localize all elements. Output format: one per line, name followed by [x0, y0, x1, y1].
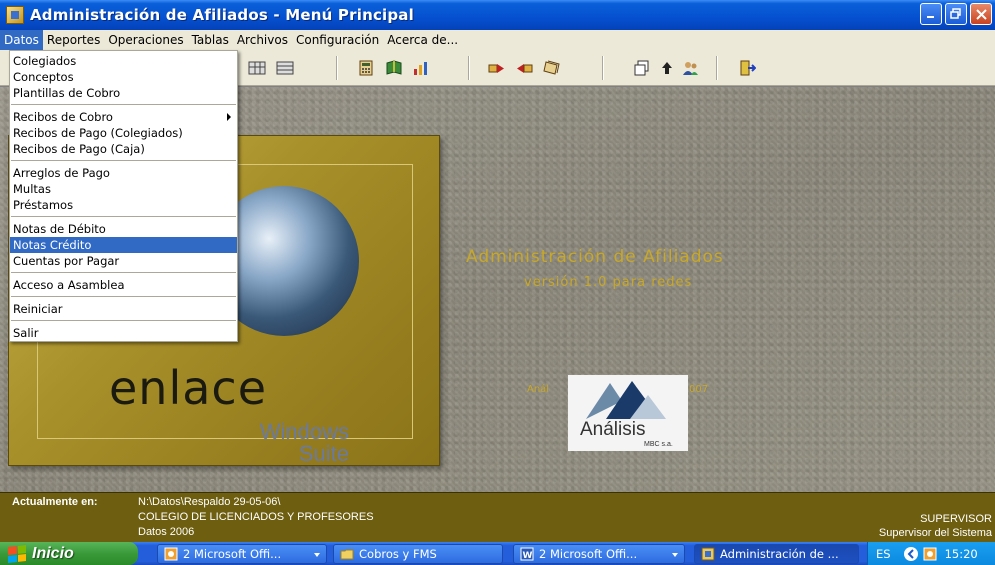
taskbar-button-office-2[interactable]: W 2 Microsoft Offi... [513, 544, 685, 564]
system-tray: ES 15:20 [867, 542, 995, 565]
documents-icon[interactable] [543, 59, 561, 77]
menu-item-arreglos-de-pago[interactable]: Arreglos de Pago [10, 165, 237, 181]
dropdown-arrow-icon [672, 553, 678, 557]
menu-item-recibos-de-pago-colegiados[interactable]: Recibos de Pago (Colegiados) [10, 125, 237, 141]
analisis-mark-icon [586, 381, 666, 419]
menu-acerca-de[interactable]: Acerca de... [383, 30, 462, 50]
forward-icon[interactable] [488, 59, 506, 77]
clock[interactable]: 15:20 [945, 547, 978, 561]
analisis-logo: Análisis MBC s.a. [568, 375, 688, 451]
menu-separator [10, 213, 237, 221]
dropdown-arrow-icon [314, 553, 320, 557]
menu-item-prestamos[interactable]: Préstamos [10, 197, 237, 213]
menu-reportes[interactable]: Reportes [43, 30, 104, 50]
copyright-right: 007 [689, 384, 709, 395]
tray-app-icon[interactable] [923, 547, 937, 561]
menu-separator [10, 101, 237, 109]
language-indicator[interactable]: ES [876, 547, 891, 561]
arrow-up-icon[interactable] [658, 59, 676, 77]
taskbar-button-administracion[interactable]: Administración de ... [694, 544, 859, 564]
close-button[interactable] [970, 3, 992, 25]
windows-flag-icon [8, 544, 26, 563]
status-role: Supervisor del Sistema [878, 527, 992, 539]
minimize-button[interactable] [920, 3, 942, 25]
menu-item-conceptos[interactable]: Conceptos [10, 69, 237, 85]
status-panel: Actualmente en: N:\Datos\Respaldo 29-05-… [0, 492, 995, 542]
menu-operaciones[interactable]: Operaciones [104, 30, 187, 50]
tray-arrow-icon[interactable] [903, 546, 919, 562]
status-label: Actualmente en: [12, 496, 98, 508]
menu-item-reiniciar[interactable]: Reiniciar [10, 301, 237, 317]
restore-button[interactable] [945, 3, 967, 25]
menu-item-recibos-de-cobro[interactable]: Recibos de Cobro [10, 109, 237, 125]
logo-subtitle: Windows Suite [219, 421, 349, 465]
start-button[interactable]: Inicio [0, 542, 138, 565]
logo-suite-line: Suite [298, 441, 349, 466]
app-title: Administración de Afiliados [466, 247, 724, 267]
menu-item-notas-credito[interactable]: Notas Crédito [10, 237, 237, 253]
menu-item-cuentas-por-pagar[interactable]: Cuentas por Pagar [10, 253, 237, 269]
datos-dropdown-menu: Colegiados Conceptos Plantillas de Cobro… [9, 50, 238, 342]
svg-text:W: W [523, 551, 533, 561]
title-bar[interactable]: Administración de Afiliados - Menú Princ… [0, 0, 995, 30]
menu-item-notas-de-debito[interactable]: Notas de Débito [10, 221, 237, 237]
menu-datos[interactable]: Datos [0, 30, 43, 50]
minimize-icon [927, 16, 934, 18]
menu-item-multas[interactable]: Multas [10, 181, 237, 197]
taskbar-button-label: Administración de ... [720, 547, 839, 561]
analisis-sub: MBC s.a. [644, 441, 673, 448]
submenu-arrow-icon [227, 113, 231, 121]
copyright-left: Anál [527, 384, 550, 395]
folder-icon [340, 549, 354, 560]
close-icon [975, 8, 987, 20]
chart-icon[interactable] [412, 59, 430, 77]
menu-separator [10, 157, 237, 165]
menu-separator [10, 293, 237, 301]
copy-icon[interactable] [633, 59, 651, 77]
menu-item-colegiados[interactable]: Colegiados [10, 53, 237, 69]
menu-bar: Datos Reportes Operaciones Tablas Archiv… [0, 30, 995, 50]
logo-windows-line: Windows [259, 419, 349, 444]
users-icon[interactable] [681, 59, 699, 77]
status-dataset: Datos 2006 [138, 526, 195, 538]
restore-icon [950, 8, 961, 19]
import-icon[interactable] [516, 59, 534, 77]
status-user: SUPERVISOR [920, 513, 992, 525]
menu-separator [10, 269, 237, 277]
taskbar-button-label: Cobros y FMS [359, 547, 437, 561]
menu-item-plantillas-de-cobro[interactable]: Plantillas de Cobro [10, 85, 237, 101]
menu-archivos[interactable]: Archivos [233, 30, 292, 50]
book-icon[interactable] [385, 59, 403, 77]
app-icon [701, 547, 715, 561]
taskbar-button-office-1[interactable]: 2 Microsoft Offi... [157, 544, 327, 564]
analisis-name: Análisis [580, 419, 646, 440]
menu-item-salir[interactable]: Salir [10, 325, 237, 341]
calculator-icon[interactable] [357, 59, 375, 77]
grid-icon[interactable] [248, 59, 266, 77]
status-path: N:\Datos\Respaldo 29-05-06\ [138, 496, 281, 508]
menu-tablas[interactable]: Tablas [188, 30, 233, 50]
menu-configuracion[interactable]: Configuración [292, 30, 383, 50]
app-version: versión 1.0 para redes [524, 275, 693, 290]
start-label: Inicio [32, 544, 74, 562]
office-icon [164, 547, 178, 561]
taskbar: Inicio 2 Microsoft Offi... Cobros y FMS … [0, 542, 995, 565]
menu-item-recibos-de-pago-caja[interactable]: Recibos de Pago (Caja) [10, 141, 237, 157]
taskbar-button-label: 2 Microsoft Offi... [539, 547, 638, 561]
exit-door-icon[interactable] [738, 59, 756, 77]
table-icon[interactable] [276, 59, 294, 77]
taskbar-button-cobros[interactable]: Cobros y FMS [333, 544, 503, 564]
app-icon[interactable] [6, 6, 24, 24]
word-icon: W [520, 547, 534, 561]
status-org: COLEGIO DE LICENCIADOS Y PROFESORES [138, 511, 374, 523]
menu-separator [10, 317, 237, 325]
menu-item-acceso-a-asamblea[interactable]: Acceso a Asamblea [10, 277, 237, 293]
menu-item-label: Recibos de Cobro [13, 110, 113, 124]
taskbar-button-label: 2 Microsoft Offi... [183, 547, 282, 561]
logo-word: enlace [109, 361, 268, 415]
window-title: Administración de Afiliados - Menú Princ… [30, 6, 414, 24]
